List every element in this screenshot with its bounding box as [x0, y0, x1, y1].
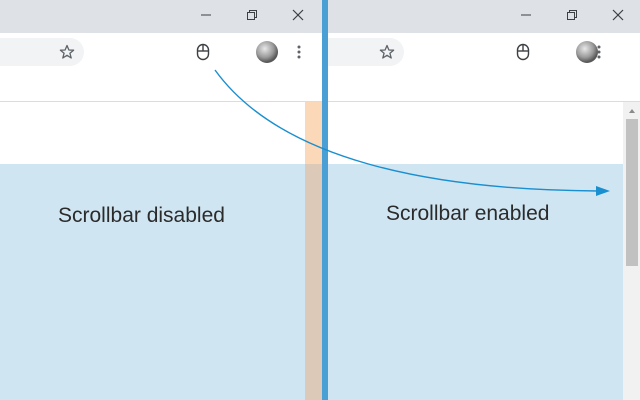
- menu-button[interactable]: [589, 42, 609, 62]
- browser-window-scrollbar-enabled: Scrollbar enabled: [328, 0, 640, 400]
- arrow-up-icon: [628, 109, 635, 113]
- avatar[interactable]: [256, 41, 278, 63]
- minimize-icon: [201, 14, 211, 16]
- bookmark-star-button[interactable]: [377, 42, 397, 62]
- scrollbar-gutter-highlight-lower: [305, 164, 322, 400]
- star-icon: [59, 44, 75, 59]
- restore-icon: [567, 10, 577, 20]
- comparison-screenshot: Scrollbar disabled Scrollbar enabled: [0, 0, 640, 400]
- bookmark-star-button[interactable]: [57, 42, 77, 62]
- close-button[interactable]: [605, 4, 631, 26]
- close-icon: [612, 9, 624, 21]
- close-button[interactable]: [285, 4, 311, 26]
- page-content-top: [328, 102, 640, 164]
- mouse-icon: [196, 43, 210, 61]
- close-icon: [292, 9, 304, 21]
- page-content-highlight: [328, 164, 640, 400]
- restore-icon: [247, 10, 257, 20]
- browser-window-scrollbar-disabled: Scrollbar disabled: [0, 0, 322, 400]
- scroll-up-button[interactable]: [623, 104, 640, 118]
- extension-button[interactable]: [513, 42, 533, 62]
- minimize-button[interactable]: [193, 4, 219, 26]
- scrollbar-enabled-label: Scrollbar enabled: [386, 202, 550, 225]
- page-content-highlight: [0, 164, 322, 400]
- star-icon: [379, 44, 395, 59]
- mouse-icon: [516, 43, 530, 61]
- extension-button[interactable]: [193, 42, 213, 62]
- more-vert-icon: [297, 45, 301, 59]
- restore-button[interactable]: [559, 4, 585, 26]
- scrollbar-thumb[interactable]: [626, 119, 638, 266]
- title-bar: [328, 0, 640, 33]
- page-content-top: [0, 102, 322, 164]
- restore-button[interactable]: [239, 4, 265, 26]
- scrollbar-gutter-highlight: [305, 102, 322, 164]
- minimize-icon: [521, 14, 531, 16]
- scrollbar-disabled-label: Scrollbar disabled: [58, 204, 225, 227]
- title-bar: [0, 0, 322, 33]
- menu-button[interactable]: [289, 42, 309, 62]
- minimize-button[interactable]: [513, 4, 539, 26]
- more-vert-icon: [597, 45, 601, 59]
